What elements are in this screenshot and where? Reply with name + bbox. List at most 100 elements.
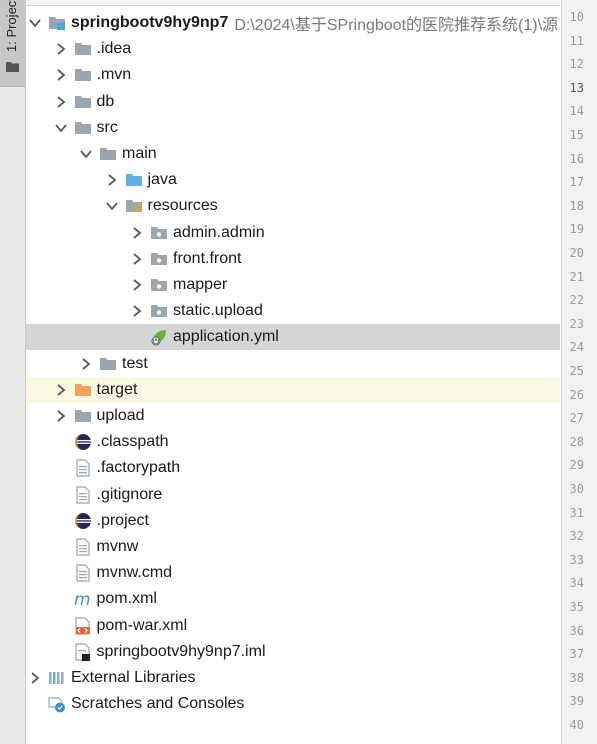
tree-node-src[interactable]: src (26, 115, 560, 141)
scratches-icon (48, 695, 66, 713)
line-number: 19 (569, 222, 584, 237)
folder-icon (74, 40, 92, 58)
package-folder-icon (150, 302, 168, 320)
chevron-right-icon[interactable] (130, 220, 144, 246)
package-folder-icon (150, 276, 168, 294)
tree-node-application-yml[interactable]: application.yml (26, 324, 560, 351)
chevron-right-icon[interactable] (79, 351, 93, 377)
tree-node-label: Scratches and Consoles (71, 695, 245, 713)
tree-node-springbootv9hy9np7[interactable]: springbootv9hy9np7 D:\2024\基于SPringboot的医… (26, 10, 560, 36)
maven-icon: m (74, 590, 92, 608)
tree-node-scratches-and-consoles[interactable]: Scratches and Consoles (26, 691, 560, 717)
iml-file-icon (74, 643, 92, 661)
chevron-down-icon[interactable] (79, 141, 93, 167)
tree-node-label: External Libraries (71, 669, 196, 686)
chevron-right-icon[interactable] (105, 167, 119, 193)
text-file-icon (74, 459, 92, 477)
tool-window-strip: 1: Project (0, 0, 26, 744)
tree-node-factorypath[interactable]: .factorypath (26, 455, 560, 481)
tree-node-mvn[interactable]: .mvn (26, 62, 560, 88)
tree-node-mvnw[interactable]: mvnw (26, 534, 560, 560)
tree-node-main[interactable]: main (26, 141, 560, 167)
eclipse-icon (74, 512, 92, 530)
project-tool-window-tab[interactable]: 1: Project (0, 0, 25, 87)
tree-node-label: admin.admin (173, 223, 265, 241)
line-number: 28 (569, 434, 584, 449)
tree-node-idea[interactable]: .idea (26, 36, 560, 62)
tree-node-upload[interactable]: upload (26, 403, 560, 429)
chevron-down-icon[interactable] (28, 10, 42, 36)
tree-node-target[interactable]: target (26, 376, 560, 403)
line-number: 17 (569, 175, 584, 190)
libraries-icon (48, 669, 66, 687)
tree-node-classpath[interactable]: .classpath (26, 429, 560, 455)
chevron-right-icon[interactable] (130, 272, 144, 298)
line-number: 25 (569, 364, 584, 378)
chevron-right-icon[interactable] (54, 377, 68, 403)
line-number: 26 (569, 387, 584, 402)
line-number: 36 (569, 623, 584, 638)
tree-node-external-libraries[interactable]: External Libraries (26, 665, 560, 691)
project-tree[interactable]: springbootv9hy9np7 D:\2024\基于SPringboot的医… (26, 0, 560, 744)
project-path: D:\2024\基于SPringboot的医院推荐系统(1)\源 (234, 17, 559, 34)
chevron-right-icon[interactable] (54, 403, 68, 429)
tree-node-resources[interactable]: resources (26, 193, 560, 219)
tree-node-static-upload[interactable]: static.upload (26, 298, 560, 324)
line-number: 29 (569, 458, 584, 473)
chevron-right-icon[interactable] (54, 89, 68, 115)
line-number: 37 (569, 647, 584, 662)
chevron-down-icon[interactable] (54, 115, 68, 141)
tree-node-label: main (122, 145, 157, 162)
line-number: 27 (569, 411, 584, 426)
tree-node-label: .idea (96, 40, 132, 58)
tree-node-label: mapper (173, 276, 228, 293)
line-number: 21 (569, 269, 584, 284)
chevron-right-icon[interactable] (130, 298, 144, 324)
line-number: 30 (569, 482, 584, 496)
tree-node-admin-admin[interactable]: admin.admin (26, 220, 560, 246)
tree-node-java[interactable]: java (26, 167, 560, 193)
chevron-right-icon[interactable] (130, 246, 144, 272)
folder-icon (74, 93, 92, 111)
tree-node-label: springbootv9hy9np7 (71, 14, 229, 31)
line-number: 10 (569, 10, 584, 24)
tree-node-label: mvnw (96, 538, 139, 555)
svg-text:m: m (74, 590, 91, 608)
line-number: 20 (569, 246, 584, 260)
tree-node-label: pom.xml (96, 590, 157, 608)
package-folder-icon (150, 250, 168, 268)
tree-node-label: java (147, 171, 177, 189)
chevron-right-icon[interactable] (28, 665, 42, 691)
tree-node-mvnw-cmd[interactable]: mvnw.cmd (26, 560, 560, 586)
tree-node-label: .classpath (96, 433, 169, 451)
tree-node-db[interactable]: db (26, 89, 560, 115)
tree-node-project[interactable]: .project (26, 508, 560, 534)
folder-icon (99, 355, 117, 373)
tree-node-label: .factorypath (96, 459, 181, 477)
tree-node-label: src (96, 118, 118, 136)
resources-folder-icon (125, 197, 143, 215)
tree-node-pom-war-xml[interactable]: pom-war.xml (26, 613, 560, 639)
tree-node-mapper[interactable]: mapper (26, 272, 560, 298)
line-number: 14 (569, 104, 584, 119)
chevron-right-icon[interactable] (54, 36, 68, 62)
tree-node-gitignore[interactable]: .gitignore (26, 482, 560, 508)
line-number: 40 (569, 718, 584, 732)
line-number: 38 (569, 670, 584, 685)
excluded-folder-icon (74, 381, 92, 399)
tree-node-label: resources (147, 197, 218, 215)
tree-node-label: application.yml (173, 328, 279, 346)
tree-node-pom-xml[interactable]: m pom.xml (26, 586, 560, 612)
package-folder-icon (150, 224, 168, 242)
tree-node-label: test (122, 354, 148, 372)
tree-node-front-front[interactable]: front.front (26, 246, 560, 272)
tree-node-test[interactable]: test (26, 351, 560, 377)
line-number: 12 (569, 57, 584, 72)
tree-node-label: db (96, 92, 115, 110)
tree-node-label: springbootv9hy9np7.iml (96, 642, 266, 660)
chevron-down-icon[interactable] (105, 193, 119, 219)
line-number: 35 (569, 600, 584, 614)
tree-node-springbootv9hy9np7-iml[interactable]: springbootv9hy9np7.iml (26, 639, 560, 665)
chevron-right-icon[interactable] (54, 62, 68, 88)
line-number: 33 (569, 552, 584, 567)
